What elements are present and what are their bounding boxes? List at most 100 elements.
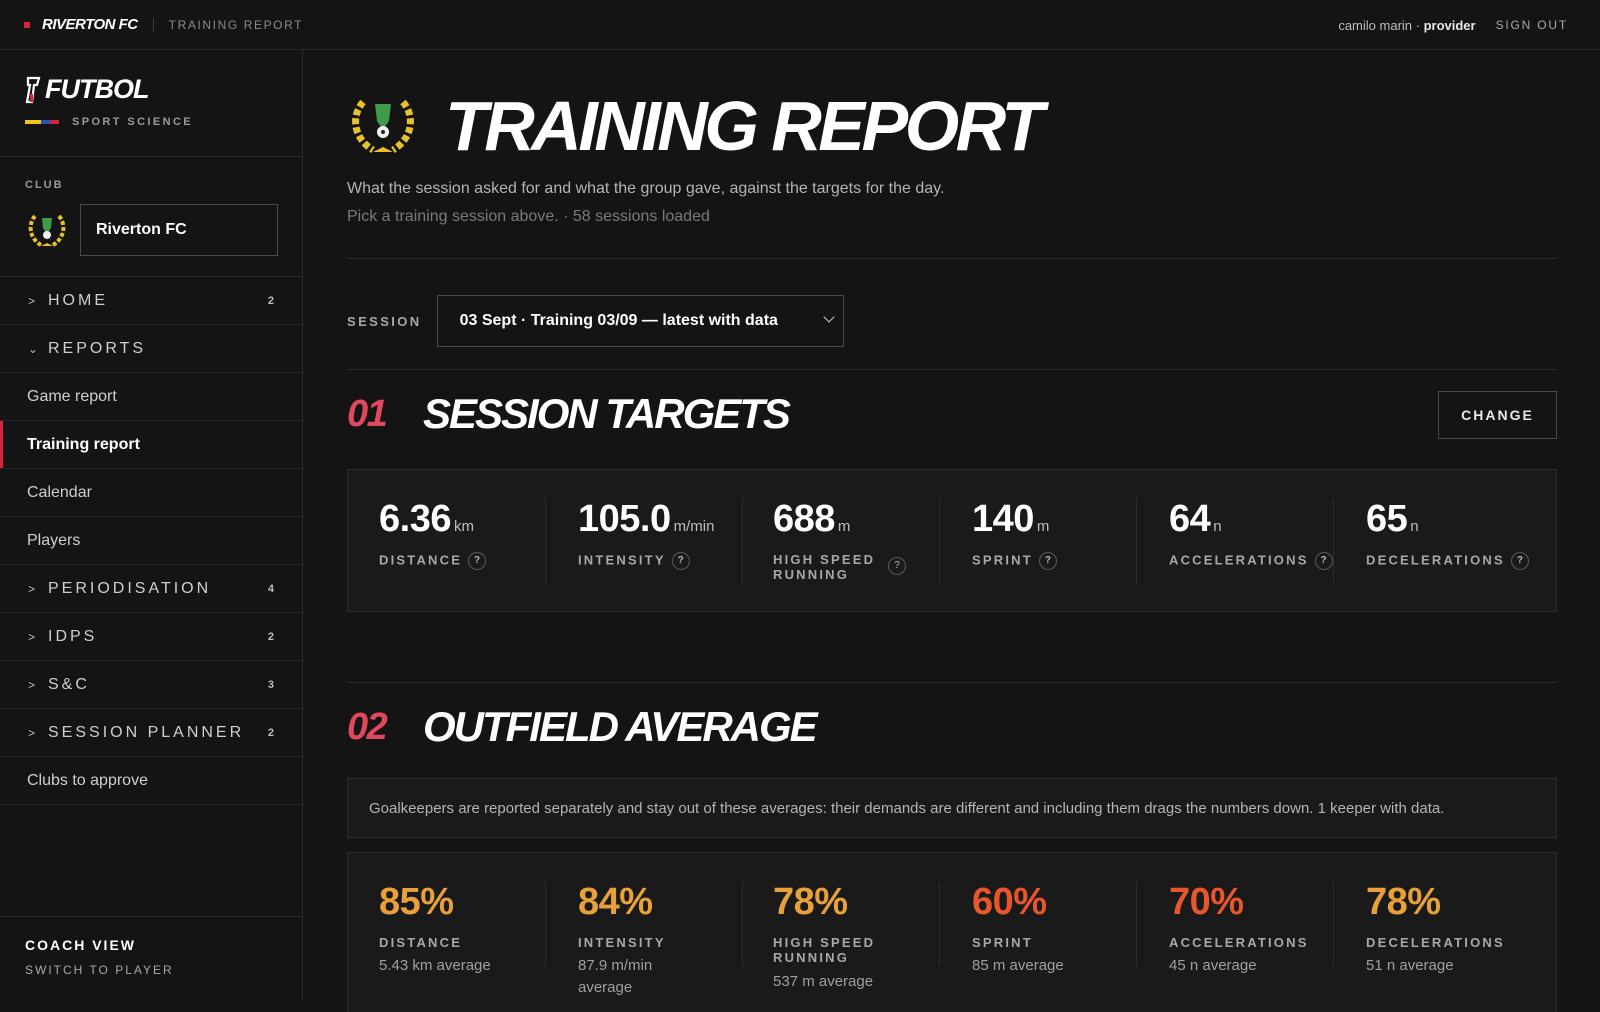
sidebar-item-game-report[interactable]: Game report bbox=[0, 373, 302, 421]
sidebar-nav: > HOME 2 ⌄ REPORTS Game report Training … bbox=[0, 277, 302, 805]
metric-label: SPRINT? bbox=[972, 552, 1057, 570]
target-decelerations: 65 n DECELERATIONS? bbox=[1333, 470, 1556, 611]
target-accelerations: 64 n ACCELERATIONS? bbox=[1136, 470, 1333, 611]
metric-value: 6.36 km bbox=[379, 498, 474, 540]
sidebar-item-players[interactable]: Players bbox=[0, 517, 302, 565]
metric-label: SPRINT bbox=[972, 935, 1033, 950]
brand-subtitle: SPORT SCIENCE bbox=[72, 116, 194, 128]
help-icon[interactable]: ? bbox=[671, 552, 690, 570]
help-icon[interactable]: ? bbox=[468, 552, 487, 570]
top-club-name[interactable]: RIVERTON FC bbox=[42, 16, 138, 33]
metric-label: INTENSITY bbox=[578, 935, 666, 950]
sidebar-item-training-report[interactable]: Training report bbox=[0, 421, 302, 469]
sidebar-item-sc[interactable]: > S&C 3 bbox=[0, 661, 302, 709]
help-icon[interactable]: ? bbox=[1510, 552, 1529, 570]
futbol-logo-icon bbox=[25, 76, 41, 103]
metric-label: INTENSITY? bbox=[578, 552, 690, 570]
section-title: SESSION TARGETS bbox=[423, 390, 791, 437]
sidebar-item-session-planner[interactable]: > SESSION PLANNER 2 bbox=[0, 709, 302, 757]
help-icon[interactable]: ? bbox=[888, 557, 906, 575]
sidebar-item-label: HOME bbox=[48, 291, 108, 309]
divider bbox=[347, 369, 1557, 370]
sidebar-item-label: IDPS bbox=[48, 627, 98, 645]
metric-value: 65 n bbox=[1366, 498, 1419, 540]
metric-label: HIGH SPEED RUNNING bbox=[773, 552, 876, 582]
session-select-value: 03 Sept · Training 03/09 — latest with d… bbox=[459, 312, 778, 329]
chevron-down-icon: ⌄ bbox=[28, 341, 39, 356]
sidebar-item-label: PERIODISATION bbox=[48, 579, 212, 597]
metric-average: 537 m average bbox=[773, 973, 874, 990]
sidebar-item-calendar[interactable]: Calendar bbox=[0, 469, 302, 517]
metric-average: 51 n average bbox=[1366, 957, 1454, 974]
sidebar-item-label: SESSION PLANNER bbox=[48, 723, 245, 741]
metric-average: 87.9 m/min average bbox=[578, 957, 653, 996]
targets-panel: 6.36 km DISTANCE? 105.0 m/min INTENSITY? 6… bbox=[347, 469, 1557, 612]
sidebar-item-count: 4 bbox=[267, 582, 274, 595]
outfield-accelerations: 70% ACCELERATIONS 45 n average bbox=[1136, 853, 1333, 1012]
metric-percent: 70% bbox=[1169, 881, 1244, 923]
top-bar: RIVERTON FC TRAINING REPORT camilo marin… bbox=[0, 0, 1600, 50]
sidebar-item-idps[interactable]: > IDPS 2 bbox=[0, 613, 302, 661]
outfield-sprint: 60% SPRINT 85 m average bbox=[939, 853, 1136, 1012]
target-high-speed-running: 688 m HIGH SPEED RUNNING ? bbox=[742, 470, 939, 611]
sidebar-item-reports[interactable]: ⌄ REPORTS bbox=[0, 325, 302, 373]
metric-percent: 85% bbox=[379, 881, 454, 923]
metric-label: HIGH SPEED RUNNING bbox=[773, 935, 876, 965]
section-title: OUTFIELD AVERAGE bbox=[423, 703, 818, 750]
sign-out-link[interactable]: SIGN OUT bbox=[1496, 18, 1568, 32]
club-crest-icon bbox=[28, 214, 66, 247]
divider bbox=[742, 881, 743, 967]
sidebar-item-label: S&C bbox=[48, 675, 90, 693]
flag-stripe bbox=[25, 120, 59, 124]
club-dot-icon bbox=[24, 21, 30, 28]
club-field[interactable]: Riverton FC bbox=[80, 204, 278, 256]
switch-to-player-link[interactable]: SWITCH TO PLAYER bbox=[25, 963, 302, 977]
chevron-right-icon: > bbox=[28, 629, 36, 644]
metric-percent: 84% bbox=[578, 881, 653, 923]
outfield-distance: 85% DISTANCE 5.43 km average bbox=[348, 853, 545, 1012]
sidebar-item-periodisation[interactable]: > PERIODISATION 4 bbox=[0, 565, 302, 613]
brand-name: FUTBOL bbox=[45, 74, 149, 104]
coach-view-title: COACH VIEW bbox=[25, 937, 136, 953]
user-name: camilo marin bbox=[1338, 17, 1413, 33]
divider bbox=[939, 498, 940, 584]
divider bbox=[939, 881, 940, 967]
divider bbox=[1136, 881, 1137, 967]
user-info: camilo marin · provider bbox=[1338, 17, 1476, 33]
metric-label: DECELERATIONS? bbox=[1366, 552, 1529, 570]
section-header-targets: 01 SESSION TARGETS bbox=[347, 390, 791, 438]
metric-percent: 78% bbox=[773, 881, 848, 923]
breadcrumb-separator bbox=[152, 17, 154, 32]
outfield-panel: 85% DISTANCE 5.43 km average 84% INTENSI… bbox=[347, 852, 1557, 1012]
page-header: TRAINING REPORT bbox=[347, 87, 1044, 165]
club-selector: CLUB Riverton FC bbox=[0, 157, 302, 277]
page-meta: Pick a training session above. · 58 sess… bbox=[347, 208, 710, 225]
section-header-outfield: 02 OUTFIELD AVERAGE bbox=[347, 703, 818, 751]
divider bbox=[1333, 498, 1334, 584]
metric-percent: 78% bbox=[1366, 881, 1441, 923]
metric-percent: 60% bbox=[972, 881, 1047, 923]
sidebar-item-clubs-to-approve[interactable]: Clubs to approve bbox=[0, 757, 302, 805]
help-icon[interactable]: ? bbox=[1038, 552, 1057, 570]
metric-value: 688 m bbox=[773, 498, 851, 540]
metric-value: 64 n bbox=[1169, 498, 1222, 540]
brand-logo[interactable]: FUTBOL bbox=[25, 74, 302, 105]
help-icon[interactable]: ? bbox=[1314, 552, 1333, 570]
breadcrumb: TRAINING REPORT bbox=[168, 17, 304, 32]
target-sprint: 140 m SPRINT? bbox=[939, 470, 1136, 611]
session-select[interactable]: 03 Sept · Training 03/09 — latest with d… bbox=[436, 295, 844, 347]
session-label: SESSION bbox=[347, 313, 422, 329]
metric-label: ACCELERATIONS bbox=[1169, 935, 1309, 950]
change-targets-button[interactable]: CHANGE bbox=[1438, 391, 1557, 439]
metric-average: 45 n average bbox=[1169, 957, 1257, 974]
sidebar: FUTBOL SPORT SCIENCE CLUB Riverton FC > … bbox=[0, 50, 303, 1000]
divider bbox=[1333, 881, 1334, 967]
session-selector: SESSION 03 Sept · Training 03/09 — lates… bbox=[347, 295, 844, 347]
brand: FUTBOL SPORT SCIENCE bbox=[0, 50, 302, 157]
main-content: TRAINING REPORT What the session asked f… bbox=[347, 50, 1557, 1012]
sidebar-item-home[interactable]: > HOME 2 bbox=[0, 277, 302, 325]
metric-label: ACCELERATIONS? bbox=[1169, 552, 1333, 570]
user-role: provider bbox=[1423, 17, 1476, 33]
page-title: TRAINING REPORT bbox=[445, 87, 1044, 165]
chevron-right-icon: > bbox=[28, 581, 36, 596]
